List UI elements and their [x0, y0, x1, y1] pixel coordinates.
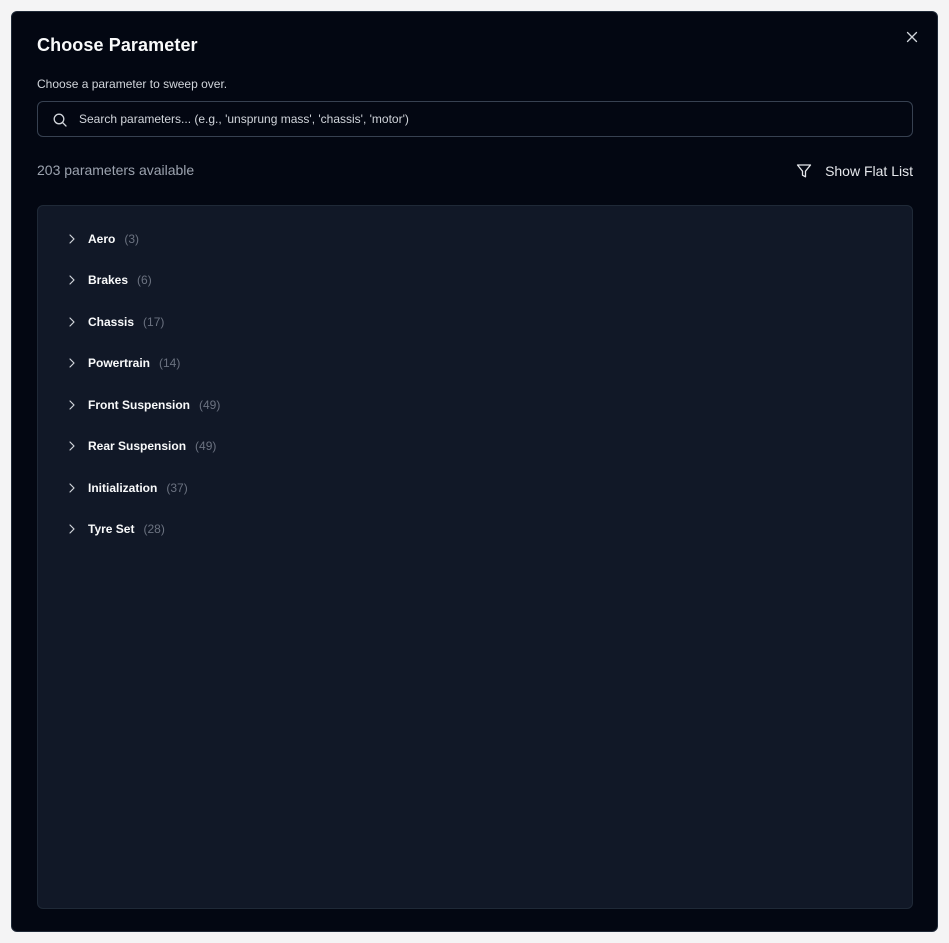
search-icon	[53, 113, 67, 127]
category-item-front-suspension[interactable]: Front Suspension (49)	[66, 384, 220, 426]
category-count: (49)	[195, 439, 217, 454]
category-label: Front Suspension	[88, 397, 190, 412]
category-label: Tyre Set	[88, 522, 135, 537]
category-item-rear-suspension[interactable]: Rear Suspension (49)	[66, 426, 220, 468]
chevron-right-icon	[66, 233, 78, 245]
funnel-icon	[795, 162, 813, 180]
dialog-title: Choose Parameter	[37, 35, 198, 55]
category-label: Brakes	[88, 273, 129, 288]
chevron-right-icon	[66, 482, 78, 494]
category-count: (14)	[159, 356, 181, 371]
parameter-count: 203 parameters available	[37, 162, 195, 178]
search-input[interactable]	[79, 102, 899, 136]
chevron-right-icon	[66, 440, 78, 452]
chevron-right-icon	[66, 274, 78, 286]
category-item-chassis[interactable]: Chassis (17)	[66, 301, 220, 343]
show-flat-list-button[interactable]: Show Flat List	[795, 157, 913, 185]
category-label: Aero	[88, 231, 116, 246]
category-count: (17)	[143, 314, 165, 329]
choose-parameter-dialog: Choose Parameter Choose a parameter to s…	[11, 11, 938, 932]
dialog-subtitle: Choose a parameter to sweep over.	[37, 77, 228, 91]
chevron-right-icon	[66, 399, 78, 411]
chevron-right-icon	[66, 357, 78, 369]
category-item-initialization[interactable]: Initialization (37)	[66, 467, 220, 509]
category-count: (37)	[166, 480, 188, 495]
category-label: Powertrain	[88, 356, 151, 371]
parameter-tree-panel: Aero (3) Brakes (6) Chassis (17) Powertr…	[37, 205, 913, 909]
close-button[interactable]	[903, 28, 921, 46]
category-label: Initialization	[88, 480, 158, 495]
category-count: (6)	[137, 273, 152, 288]
close-icon	[906, 31, 918, 43]
category-item-aero[interactable]: Aero (3)	[66, 218, 220, 260]
category-item-brakes[interactable]: Brakes (6)	[66, 260, 220, 302]
category-count: (3)	[124, 231, 140, 246]
category-item-tyre-set[interactable]: Tyre Set (28)	[66, 509, 220, 551]
show-flat-list-label: Show Flat List	[825, 163, 913, 179]
category-label: Chassis	[88, 314, 135, 329]
search-box[interactable]	[37, 101, 913, 137]
category-list: Aero (3) Brakes (6) Chassis (17) Powertr…	[66, 218, 220, 550]
category-label: Rear Suspension	[88, 439, 187, 454]
category-item-powertrain[interactable]: Powertrain (14)	[66, 343, 220, 385]
category-count: (49)	[199, 397, 221, 412]
category-count: (28)	[143, 522, 165, 537]
chevron-right-icon	[66, 523, 78, 535]
chevron-right-icon	[66, 316, 78, 328]
